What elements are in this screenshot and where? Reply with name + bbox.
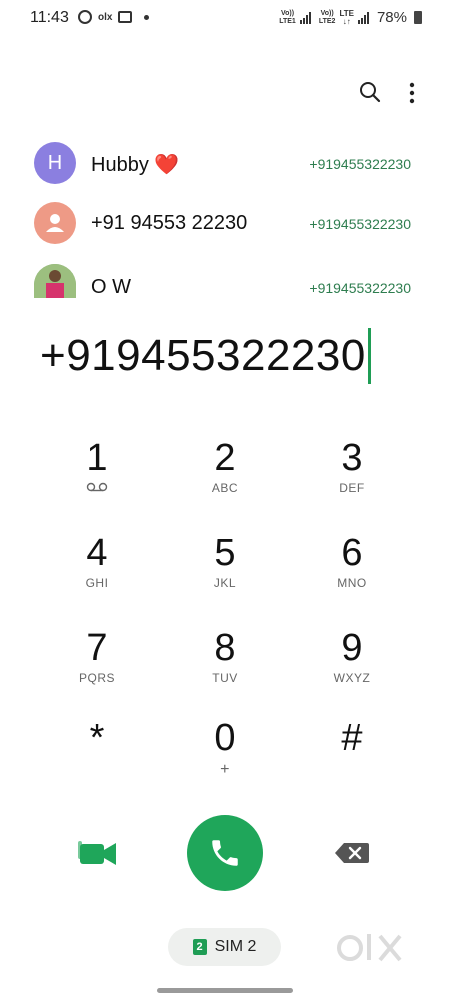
key-6[interactable]: 6 MNO: [292, 533, 412, 613]
key-hash[interactable]: #: [292, 718, 412, 798]
profile-photo-icon: [34, 264, 76, 298]
voicemail-icon: [86, 482, 108, 492]
olx-watermark-logo: [337, 934, 402, 962]
search-icon: [360, 82, 381, 103]
avatar: [34, 202, 76, 244]
key-star[interactable]: *: [37, 718, 157, 798]
suggestion-ow[interactable]: O W +919455322230: [0, 260, 450, 320]
battery-icon: [414, 11, 422, 24]
suggestion-number: +919455322230: [309, 216, 411, 232]
key-5[interactable]: 5 JKL: [165, 533, 285, 613]
status-right: Vo)) LTE1 Vo)) LTE2 LTE ↓↑ 78%: [279, 9, 422, 26]
key-2[interactable]: 2 ABC: [165, 438, 285, 518]
suggestion-name: O W: [91, 276, 131, 298]
key-9[interactable]: 9 WXYZ: [292, 628, 412, 708]
video-call-icon: [78, 841, 116, 865]
suggestion-unsaved-number[interactable]: +91 94553 22230 +919455322230: [0, 198, 450, 258]
whatsapp-icon: [78, 10, 92, 24]
sim-selector-button[interactable]: 2 SIM 2: [168, 928, 281, 966]
text-cursor: [367, 328, 371, 384]
key-1[interactable]: 1: [37, 438, 157, 518]
call-button[interactable]: [187, 815, 263, 891]
key-7[interactable]: 7 PQRS: [37, 628, 157, 708]
key-4[interactable]: 4 GHI: [37, 533, 157, 613]
sim2-signal-icon: [357, 11, 369, 24]
suggestion-hubby[interactable]: H Hubby ❤️ +919455322230: [0, 136, 450, 196]
video-call-button[interactable]: [78, 838, 118, 868]
backspace-button[interactable]: [334, 840, 370, 866]
key-3[interactable]: 3 DEF: [292, 438, 412, 518]
olx-icon: olx: [98, 11, 113, 23]
sim2-network-label: LTE ↓↑: [339, 8, 354, 26]
sim1-signal-icon: [299, 11, 311, 24]
dialed-number-text: +919455322230: [40, 331, 366, 380]
sim2-volte-label: Vo)) LTE2: [318, 9, 336, 25]
more-vert-icon: [409, 82, 415, 104]
battery-percent: 78%: [376, 9, 407, 26]
avatar: H: [34, 142, 76, 184]
sim-label: SIM 2: [214, 938, 257, 955]
gallery-icon: [118, 11, 133, 23]
gesture-nav-handle[interactable]: [157, 988, 293, 993]
more-options-button[interactable]: [402, 80, 422, 106]
search-button[interactable]: [358, 80, 382, 104]
avatar-photo: [34, 264, 76, 298]
notification-icons: olx: [78, 10, 150, 24]
suggestion-number: +919455322230: [309, 156, 411, 172]
backspace-icon: [335, 843, 369, 863]
more-notifications-icon: [144, 14, 150, 20]
phone-icon: [212, 840, 238, 866]
key-8[interactable]: 8 TUV: [165, 628, 285, 708]
person-icon: [46, 214, 64, 232]
sim1-volte-label: Vo)) LTE1: [279, 9, 296, 25]
avatar-initial: H: [47, 151, 63, 174]
status-time: 11:43: [30, 9, 69, 26]
key-0[interactable]: 0 +: [165, 718, 285, 798]
dialed-number-field[interactable]: +919455322230: [40, 328, 371, 384]
suggestion-name: Hubby ❤️: [91, 154, 180, 176]
suggestion-name: +91 94553 22230: [91, 212, 248, 234]
suggestion-number: +919455322230: [309, 280, 411, 296]
status-bar: 11:43 olx Vo)) LTE1 Vo)) LTE2 LTE ↓↑ 78%: [0, 0, 450, 36]
sim-badge-icon: 2: [192, 939, 207, 955]
